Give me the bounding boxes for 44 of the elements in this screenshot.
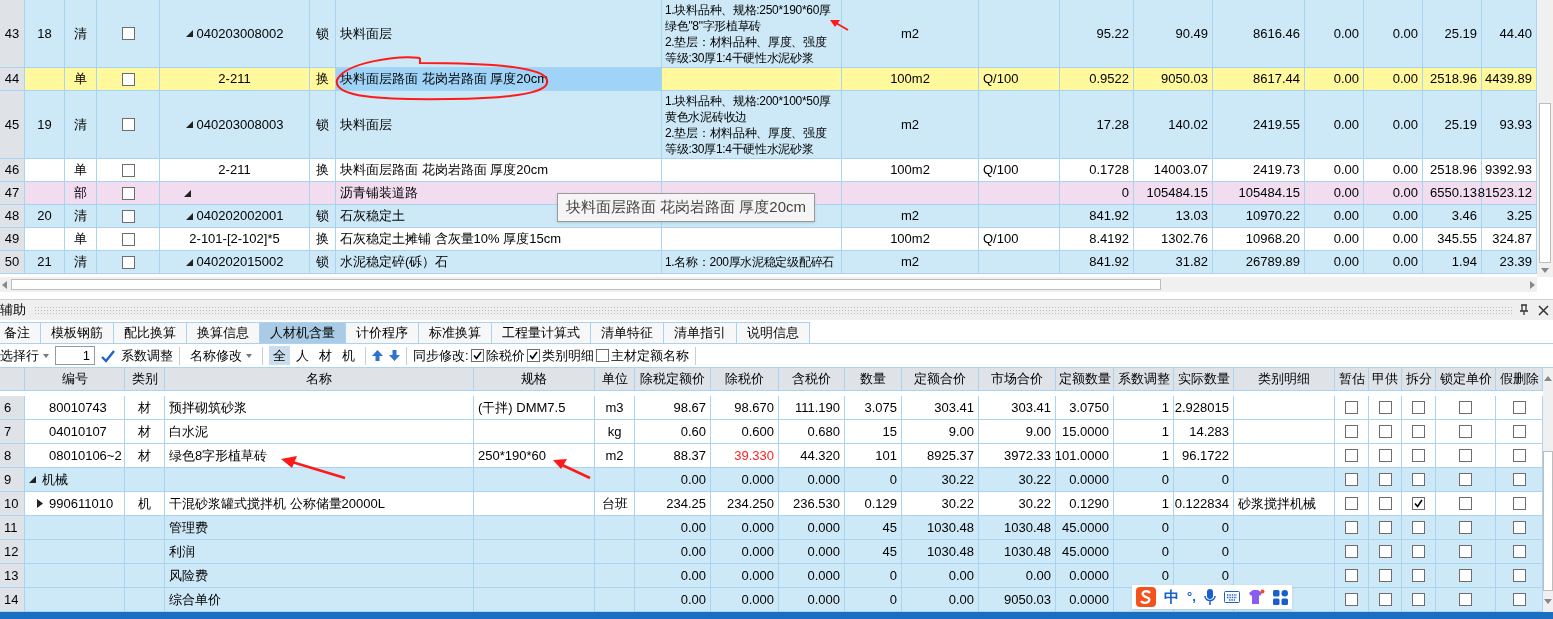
code-text: 040202002001 (196, 207, 284, 226)
row-number: 14 (0, 588, 25, 612)
row-number: 12 (0, 540, 25, 564)
table-cell: 1.94 (1423, 251, 1482, 274)
code-text: 2-211 (218, 70, 251, 89)
row-number: 43 (0, 0, 25, 68)
code-text: 2-101-[2-102]*5 (189, 230, 280, 249)
table-cell: 21 (25, 251, 65, 274)
table-cell: 水泥稳定碎(砾）石 (336, 251, 662, 274)
code-text: 机械 (42, 470, 68, 489)
table-cell: 841.92 (1060, 251, 1134, 274)
row-number: 47 (0, 182, 25, 205)
row-number: 9 (0, 468, 25, 492)
panel-title: 辅助 (0, 301, 27, 320)
tooltip: 块料面层路面 花岗岩路面 厚度20cm (557, 193, 815, 222)
code-text: 80010743 (49, 398, 107, 417)
row-number: 11 (0, 516, 25, 540)
table-cell: 0.00 (1364, 251, 1423, 274)
row-number: 10 (0, 492, 25, 516)
sync-label: 同步修改: (413, 346, 469, 365)
row-number: 7 (0, 420, 25, 444)
row-number: 45 (0, 91, 25, 159)
row-number: 49 (0, 228, 25, 251)
row-number: 50 (0, 251, 25, 274)
code-text: 040203008003 (196, 115, 284, 134)
row-number: 46 (0, 159, 25, 182)
code-text: 990611010 (49, 494, 114, 513)
table-cell: m2 (842, 251, 979, 274)
code-text: 04010107 (49, 422, 107, 441)
table-cell: 1.名称：200厚水泥稳定级配碎石 (662, 251, 842, 274)
table-cell: 锁 (310, 251, 336, 274)
table-cell: 0.00 (1305, 251, 1364, 274)
code-text: 08010106~2 (49, 446, 122, 465)
code-text: 2-211 (218, 161, 251, 180)
row-number: 8 (0, 444, 25, 468)
code-text: 040202015002 (196, 253, 284, 272)
table-cell: 26789.89 (1213, 251, 1305, 274)
row-number: 48 (0, 205, 25, 228)
table-cell: 清 (65, 251, 97, 274)
row-number: 44 (0, 68, 25, 91)
table-cell: 31.82 (1134, 251, 1213, 274)
code-text: 040203008002 (196, 24, 284, 43)
row-number: 6 (0, 396, 25, 420)
row-number: 13 (0, 564, 25, 588)
